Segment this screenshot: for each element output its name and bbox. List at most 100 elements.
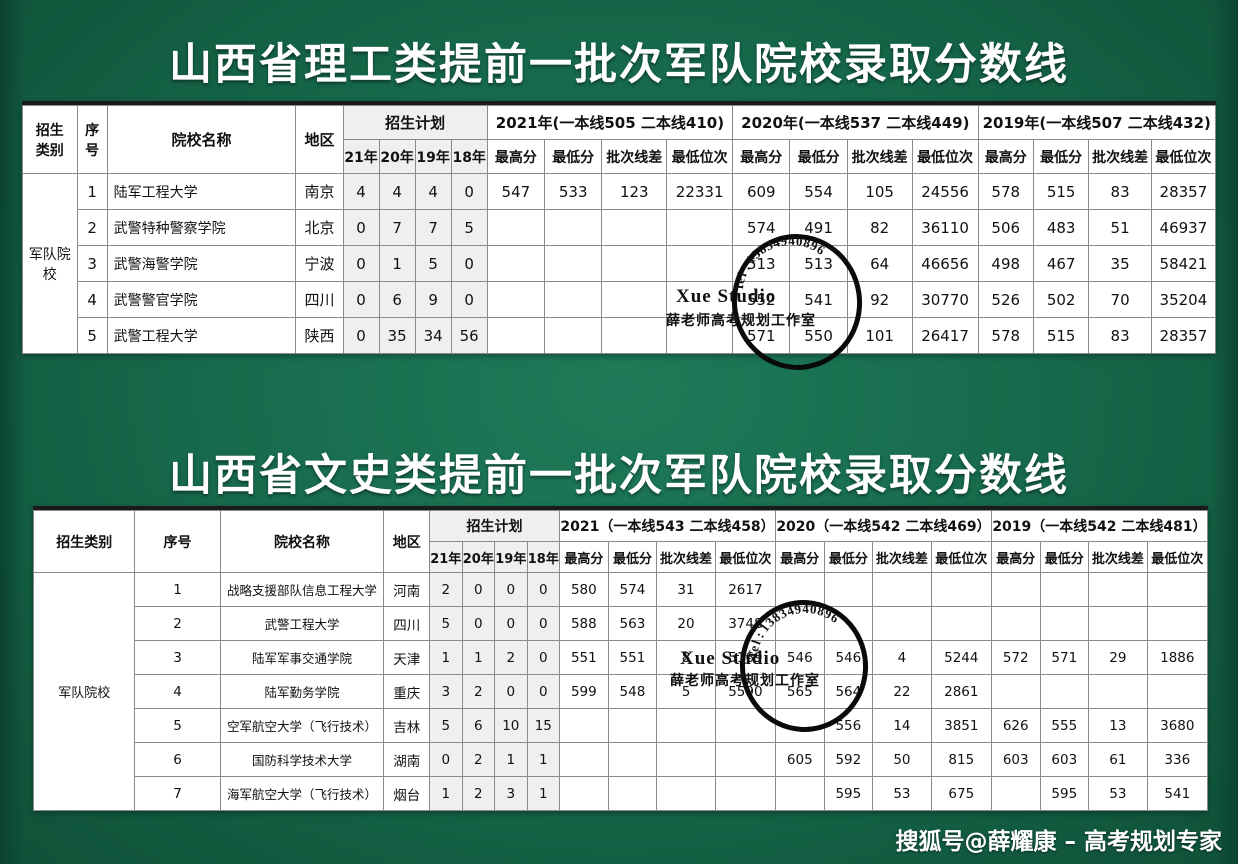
liberal-arts-scores-table: 招生类别 序号 院校名称 地区 招生计划 2021（一本线543 二本线458）… — [32, 510, 1209, 811]
cell-plan-3: 1 — [526, 742, 561, 777]
cell-2019-1 — [1039, 674, 1090, 709]
cell-2019-0: 498 — [977, 245, 1034, 282]
cell-2019-2: 29 — [1088, 640, 1148, 675]
cell-2019-3: 1886 — [1146, 640, 1209, 675]
cell-school-name: 陆军勤务学院 — [219, 674, 385, 709]
cell-plan-1: 0 — [461, 572, 496, 607]
col-header-2020-min: 最低分 — [823, 541, 874, 573]
cell-2020-3: 3851 — [930, 708, 992, 743]
col-header-2021-max: 最高分 — [559, 541, 609, 573]
cell-2019-3: 3680 — [1146, 708, 1209, 743]
cell-2020-0: 546 — [775, 640, 825, 675]
cell-2019-2: 83 — [1088, 317, 1152, 354]
cell-index: 4 — [76, 281, 108, 318]
col-header-plan-18: 18年 — [450, 139, 488, 174]
cell-2021-3: 22331 — [666, 173, 734, 210]
cell-2020-0: 571 — [732, 317, 791, 354]
page-title-science: 山西省理工类提前一批次军队院校录取分数线 — [169, 40, 1069, 90]
cell-2021-2: 31 — [656, 572, 716, 607]
table-row: 3 陆军军事交通学院 天津 1 1 2 0 551 551 8 5169 546 546 4 5244 572… — [34, 640, 1209, 675]
cell-2019-1: 603 — [1039, 742, 1090, 777]
cell-plan-0: 2 — [429, 572, 463, 607]
table-row: 2 武警特种警察学院 北京 0 7 7 5 574 491 82 36110 506 483 51 4693… — [23, 209, 1217, 246]
cell-2019-1: 555 — [1039, 708, 1090, 743]
cell-school-name: 武警特种警察学院 — [106, 209, 297, 246]
table-body: 军队院校 1 战略支援部队信息工程大学 河南 2 0 0 0 580 574 31 2617 2 武警工程… — [32, 572, 1209, 811]
cell-plan-2: 3 — [494, 776, 528, 811]
cell-2019-2 — [1088, 674, 1148, 709]
cell-plan-2: 0 — [494, 674, 528, 709]
cell-index: 3 — [134, 640, 221, 675]
cell-plan-0: 0 — [342, 317, 380, 354]
cell-2020-3: 2861 — [930, 674, 992, 709]
cell-2019-1: 515 — [1032, 317, 1090, 354]
col-header-year-2021: 2021年(一本线505 二本线410) — [486, 105, 734, 140]
table-row: 军队院校 1 战略支援部队信息工程大学 河南 2 0 0 0 580 574 31 2617 — [32, 572, 1209, 811]
cell-2020-3: 5244 — [930, 640, 992, 675]
cell-2019-3: 35204 — [1150, 281, 1217, 318]
cell-2021-0 — [559, 742, 609, 777]
cell-school-name: 陆军军事交通学院 — [219, 640, 385, 675]
cell-plan-0: 3 — [429, 674, 463, 709]
cell-2020-3: 815 — [930, 742, 992, 777]
cell-plan-3: 0 — [526, 674, 561, 709]
cell-2021-1: 574 — [607, 572, 658, 607]
cell-2021-1 — [607, 708, 658, 743]
cell-2020-1: 550 — [789, 317, 848, 354]
cell-2019-0: 572 — [990, 640, 1041, 675]
cell-2019-2: 61 — [1088, 742, 1148, 777]
col-header-region: 地区 — [383, 510, 431, 573]
cell-2020-1: 592 — [823, 742, 874, 777]
cell-2021-2: 8 — [656, 640, 716, 675]
cell-plan-1: 2 — [461, 742, 496, 777]
cell-2020-2: 105 — [846, 173, 913, 210]
col-header-index-line2: 号 — [85, 142, 100, 159]
cell-2020-3 — [930, 572, 992, 607]
cell-2021-3: 2617 — [714, 572, 777, 607]
cell-region: 四川 — [295, 281, 344, 318]
cell-index: 7 — [134, 776, 221, 811]
header-row-group: 招生类别 序号 院校名称 地区 招生计划 2021（一本线543 二本线458）… — [32, 510, 1209, 573]
table-body: 军队院校 1 陆军工程大学 南京 4 4 4 0 547 533 123 22331 609 554 105… — [22, 173, 1217, 354]
cell-plan-2: 0 — [494, 606, 528, 641]
cell-school-name: 战略支援部队信息工程大学 — [219, 572, 385, 607]
cell-2019-0 — [990, 776, 1041, 811]
table-row: 7 海军航空大学（飞行技术） 烟台 1 2 3 1 595 53 675 595 53 541 — [34, 776, 1209, 811]
col-header-year-2019: 2019（一本线542 二本线481） — [990, 510, 1209, 542]
col-header-index: 序 号 — [76, 105, 108, 174]
cell-2021-0 — [486, 245, 546, 282]
cell-index: 2 — [134, 606, 221, 641]
cell-2021-0: 551 — [559, 640, 609, 675]
cell-plan-3: 0 — [526, 606, 561, 641]
cell-2021-1 — [607, 742, 658, 777]
cell-2020-0: 565 — [775, 674, 825, 709]
cell-2021-2: 20 — [656, 606, 716, 641]
cell-category: 军队院校 — [32, 572, 136, 811]
cell-region: 烟台 — [383, 776, 431, 811]
cell-2019-1: 483 — [1032, 209, 1090, 246]
cell-2020-2: 64 — [846, 245, 913, 282]
cell-2020-3: 675 — [930, 776, 992, 811]
cell-2020-2 — [872, 606, 932, 641]
cell-2021-1 — [544, 317, 603, 354]
cell-2020-0: 574 — [732, 209, 791, 246]
cell-plan-3: 0 — [450, 173, 488, 210]
cell-2021-2: 123 — [601, 173, 668, 210]
cell-2019-2: 13 — [1088, 708, 1148, 743]
cell-2020-1: 556 — [823, 708, 874, 743]
cell-plan-1: 6 — [378, 281, 416, 318]
col-header-category-line1: 招生 — [35, 122, 64, 139]
cell-2021-2: 5 — [656, 674, 716, 709]
cell-2020-0: 605 — [775, 742, 825, 777]
cell-2020-0: 552 — [732, 281, 791, 318]
col-header-2020-diff: 批次线差 — [872, 541, 932, 573]
cell-2020-1: 541 — [789, 281, 848, 318]
cell-school-name: 国防科学技术大学 — [219, 742, 385, 777]
cell-2020-0 — [775, 708, 825, 743]
cell-2021-3 — [714, 776, 777, 811]
cell-2019-1: 595 — [1039, 776, 1090, 811]
cell-2019-3: 336 — [1146, 742, 1209, 777]
table-row: 5 空军航空大学（飞行技术） 吉林 5 6 10 15 556 14 3851 626 555 13 36… — [34, 708, 1209, 743]
col-header-category: 招生类别 — [32, 510, 136, 573]
cell-plan-3: 1 — [526, 776, 561, 811]
